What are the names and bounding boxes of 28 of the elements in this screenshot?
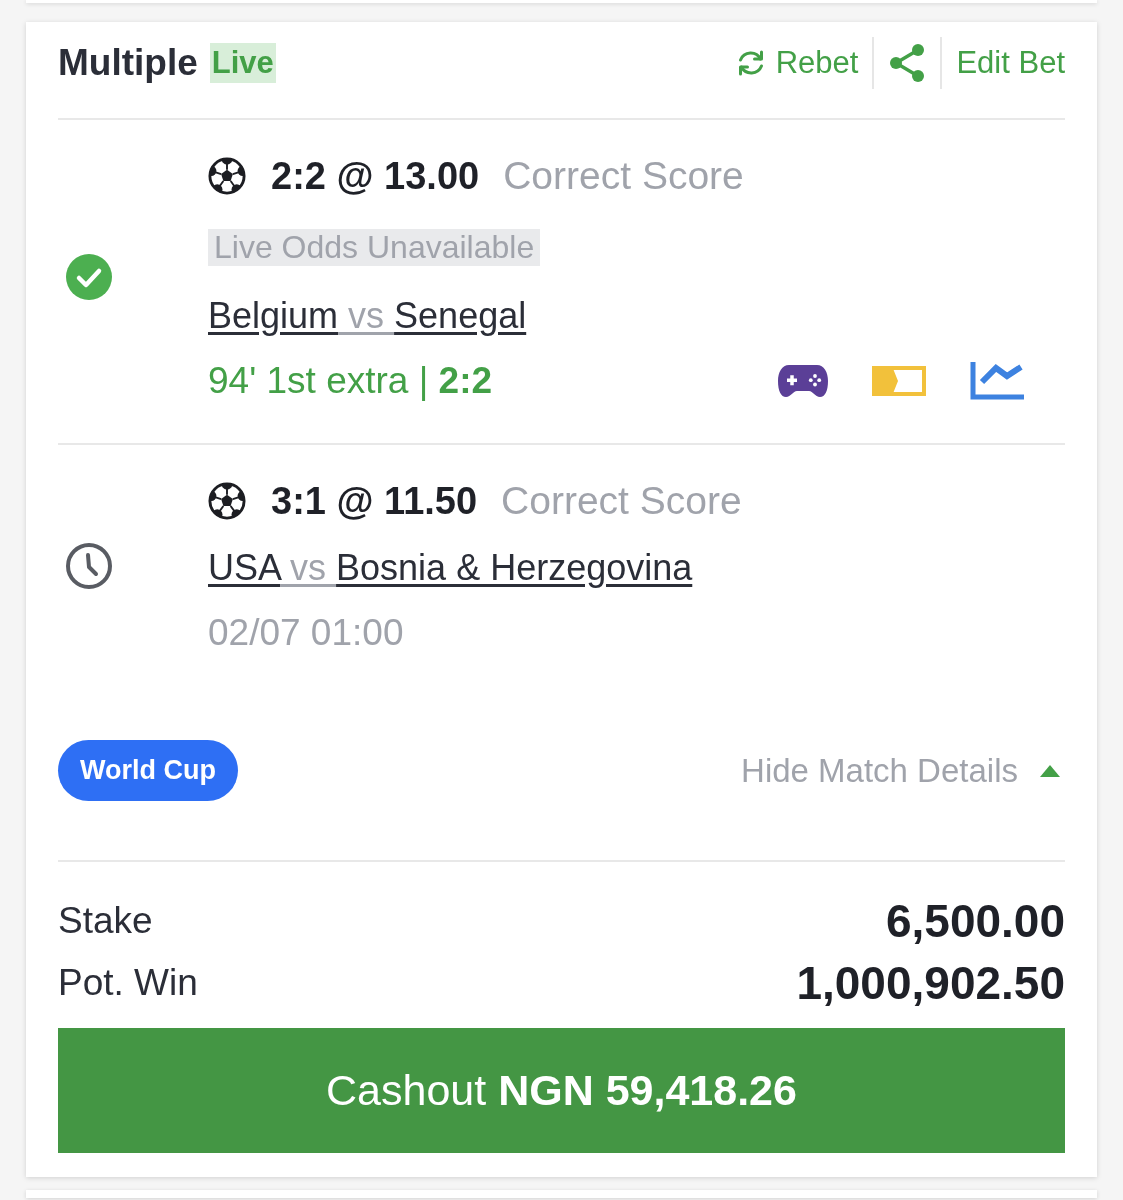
odds-notice: Live Odds Unavailable (208, 229, 541, 266)
match-status: 94' 1st extra | 2:2 (208, 360, 493, 402)
cashout-button[interactable]: Cashout NGN 59,418.26 (58, 1028, 1065, 1153)
competition-tag: World Cup (58, 740, 238, 801)
match-link[interactable]: USA vs Bosnia & Herzegovina (208, 546, 693, 590)
market-name: Correct Score (503, 154, 744, 198)
match-link[interactable]: Belgium vs Senegal (208, 294, 527, 338)
soccer-ball-icon (208, 482, 246, 520)
share-button[interactable] (888, 43, 927, 83)
summary-label: Pot. Win (58, 962, 198, 1004)
selection-odds: 2:2 @ 13.00 (271, 154, 480, 198)
details-toggle[interactable]: Hide Match Details (741, 751, 1060, 790)
summary-label: Stake (58, 900, 153, 942)
clock-icon (66, 542, 112, 589)
share-icon (888, 43, 927, 83)
kickoff-time: 02/07 01:00 (208, 612, 404, 654)
summary-value: 6,500.00 (885, 894, 1065, 948)
rebet-button[interactable]: Rebet (734, 43, 859, 83)
market-name: Correct Score (501, 479, 742, 523)
live-badge: Live (209, 43, 276, 83)
check-circle-icon (66, 254, 112, 300)
soccer-ball-icon (208, 157, 246, 195)
edit-bet-button[interactable]: Edit Bet (956, 43, 1065, 83)
bet-type-title: Multiple (58, 42, 198, 84)
summary-value: 1,000,902.50 (796, 956, 1065, 1010)
selection-odds: 3:1 @ 11.50 (271, 479, 478, 523)
gamepad-icon[interactable] (778, 364, 828, 398)
line-chart-icon[interactable] (970, 362, 1024, 400)
